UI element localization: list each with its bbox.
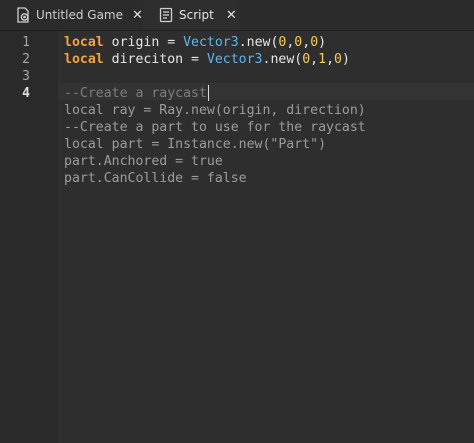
line-number: 2	[22, 52, 30, 67]
keyword: local	[64, 52, 104, 67]
comment-text: --Create a raycast	[64, 86, 207, 101]
identifier: direciton =	[103, 52, 207, 67]
code-line[interactable]: local direciton = Vector3.new(0,1,0)	[64, 51, 350, 68]
comma: ,	[310, 52, 319, 67]
close-icon[interactable]: ✕	[132, 8, 143, 23]
close-icon[interactable]: ✕	[226, 8, 237, 23]
line-number-gutter: 1 2 3 4	[0, 31, 58, 443]
tab-label: Untitled Game	[36, 8, 124, 22]
class-name: Vector3	[183, 35, 239, 50]
script-document-icon	[158, 7, 174, 23]
tab-label: Script	[179, 8, 214, 22]
code-line[interactable]: local ray = Ray.new(origin, direction)	[64, 102, 366, 119]
paren: )	[318, 35, 327, 50]
code-line[interactable]: --Create a part to use for the raycast	[64, 119, 366, 136]
method-call: .new(	[262, 52, 303, 67]
class-name: Vector3	[206, 52, 263, 67]
line-number-current: 4	[22, 86, 30, 101]
method-call: .new(	[238, 35, 279, 50]
tab-untitled-game[interactable]: Untitled Game ✕	[0, 0, 143, 30]
number: 0	[334, 52, 342, 67]
code-line[interactable]: local origin = Vector3.new(0,0,0)	[64, 34, 326, 51]
keyword: local	[64, 35, 104, 50]
identifier: origin =	[103, 35, 184, 50]
code-editor[interactable]: 1 2 3 4 local origin = Vector3.new(0,0,0…	[0, 31, 474, 443]
number: 0	[302, 52, 311, 67]
code-text[interactable]: local origin = Vector3.new(0,0,0) local …	[64, 31, 474, 269]
number: 1	[318, 52, 327, 67]
comma: ,	[302, 35, 311, 50]
text-caret	[208, 85, 209, 101]
paren: )	[341, 52, 350, 67]
tab-script[interactable]: Script ✕	[143, 0, 239, 30]
code-line[interactable]: part.CanCollide = false	[64, 170, 247, 187]
comma: ,	[326, 52, 335, 67]
code-line[interactable]: part.Anchored = true	[64, 153, 223, 170]
code-line[interactable]: local part = Instance.new("Part")	[64, 136, 326, 153]
number: 0	[310, 35, 319, 50]
tab-bar: Untitled Game ✕ Script ✕	[0, 0, 474, 31]
place-file-icon	[15, 7, 31, 23]
line-number: 3	[22, 69, 30, 84]
line-number: 1	[22, 35, 30, 50]
code-line-current[interactable]: --Create a raycast	[64, 85, 207, 102]
